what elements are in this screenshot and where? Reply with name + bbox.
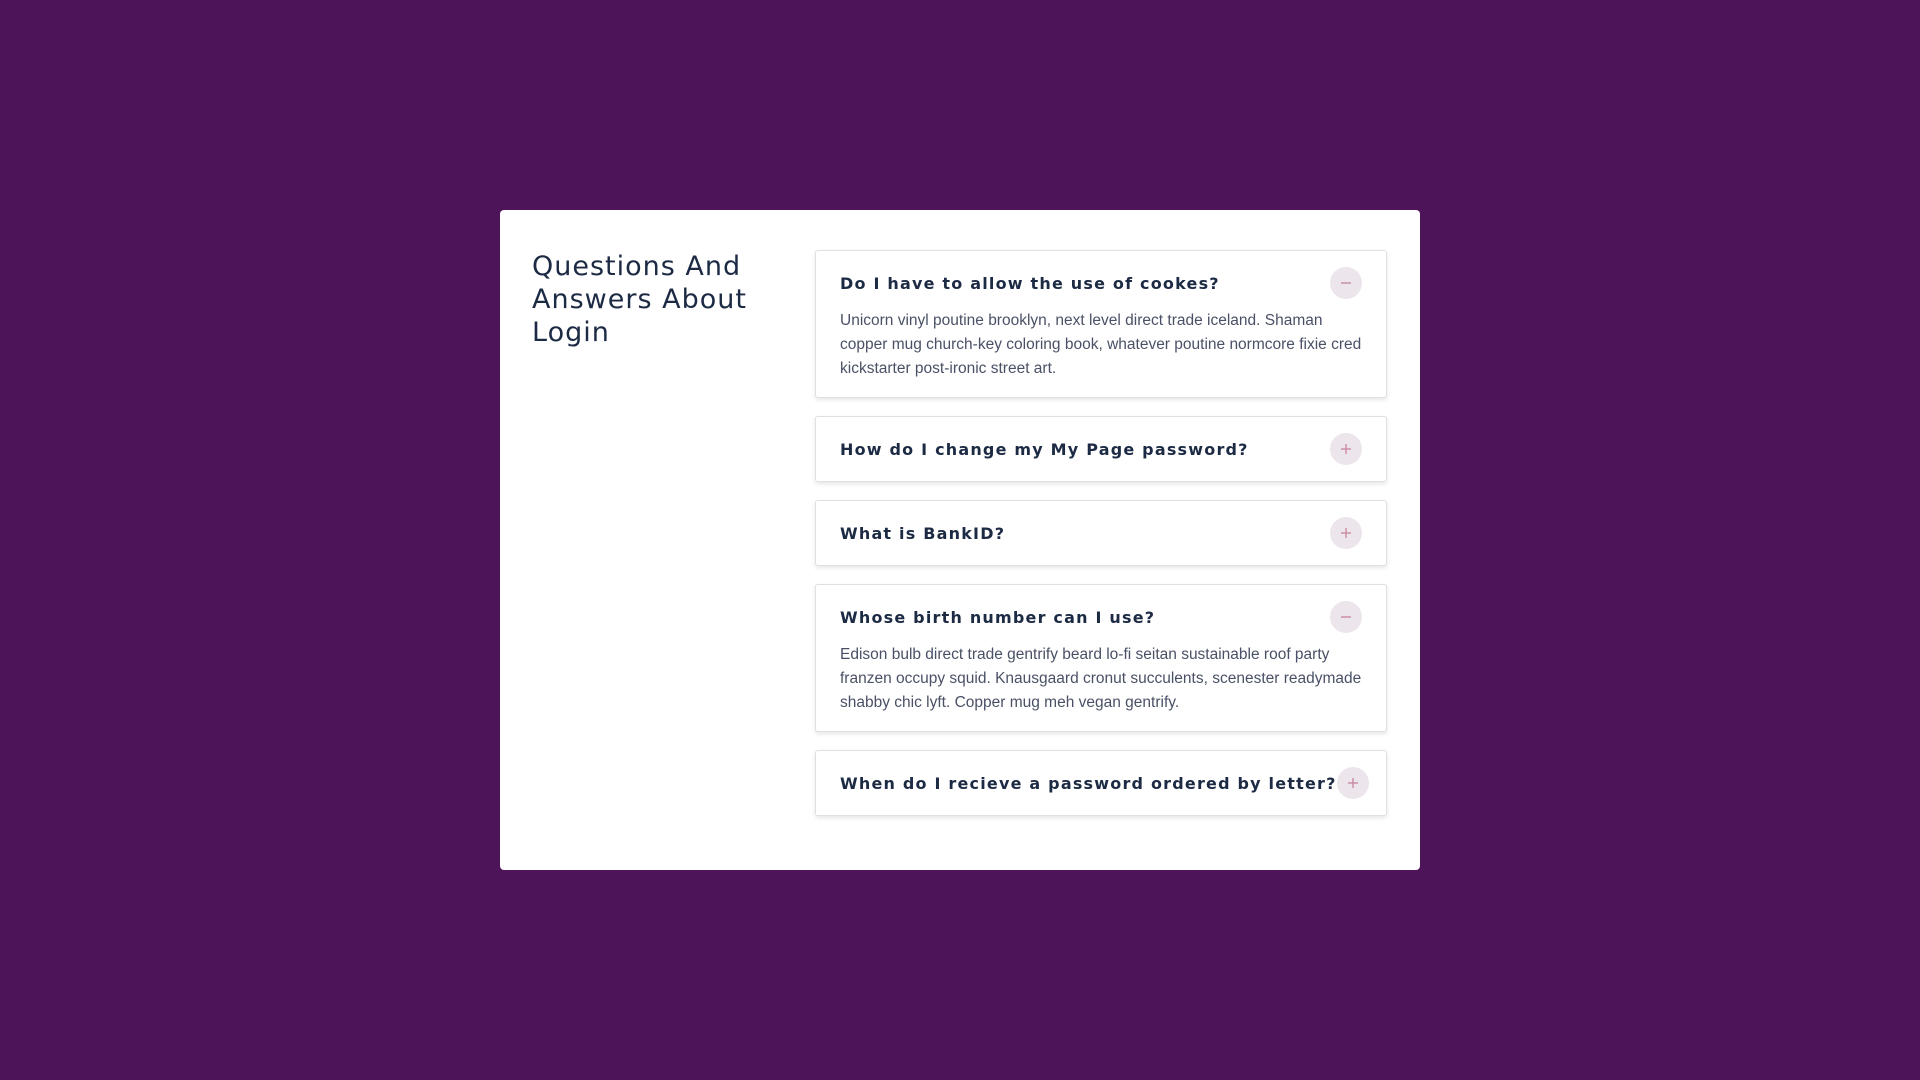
expand-button[interactable] — [1330, 517, 1362, 549]
plus-icon — [1341, 444, 1351, 454]
faq-item: When do I recieve a password ordered by … — [815, 750, 1387, 816]
faq-item: Do I have to allow the use of cookes? Un… — [815, 250, 1387, 398]
faq-question-toggle[interactable]: Do I have to allow the use of cookes? — [840, 251, 1362, 315]
expand-button[interactable] — [1330, 433, 1362, 465]
faq-item: How do I change my My Page password? — [815, 416, 1387, 482]
faq-answer: Unicorn vinyl poutine brooklyn, next lev… — [840, 312, 1362, 377]
faq-answer: Edison bulb direct trade gentrify beard … — [840, 646, 1362, 711]
minus-icon — [1341, 616, 1351, 618]
collapse-button[interactable] — [1330, 601, 1362, 633]
faq-card: Questions And Answers About Login Do I h… — [500, 210, 1420, 870]
faq-list: Do I have to allow the use of cookes? Un… — [815, 250, 1387, 834]
faq-item: What is BankID? — [815, 500, 1387, 566]
collapse-button[interactable] — [1330, 267, 1362, 299]
faq-question: When do I recieve a password ordered by … — [840, 773, 1337, 793]
faq-question: What is BankID? — [840, 523, 1006, 543]
page-title: Questions And Answers About Login — [532, 251, 747, 348]
faq-question-toggle[interactable]: What is BankID? — [840, 501, 1362, 565]
plus-icon — [1341, 528, 1351, 538]
expand-button[interactable] — [1336, 767, 1369, 799]
plus-icon — [1347, 778, 1358, 788]
minus-icon — [1341, 282, 1351, 284]
faq-question: How do I change my My Page password? — [840, 439, 1249, 459]
faq-question: Do I have to allow the use of cookes? — [840, 273, 1220, 293]
faq-question-toggle[interactable]: When do I recieve a password ordered by … — [840, 751, 1369, 815]
faq-question: Whose birth number can I use? — [840, 607, 1156, 627]
faq-question-toggle[interactable]: Whose birth number can I use? — [840, 585, 1362, 649]
faq-question-toggle[interactable]: How do I change my My Page password? — [840, 417, 1362, 481]
faq-item: Whose birth number can I use? Edison bul… — [815, 584, 1387, 732]
